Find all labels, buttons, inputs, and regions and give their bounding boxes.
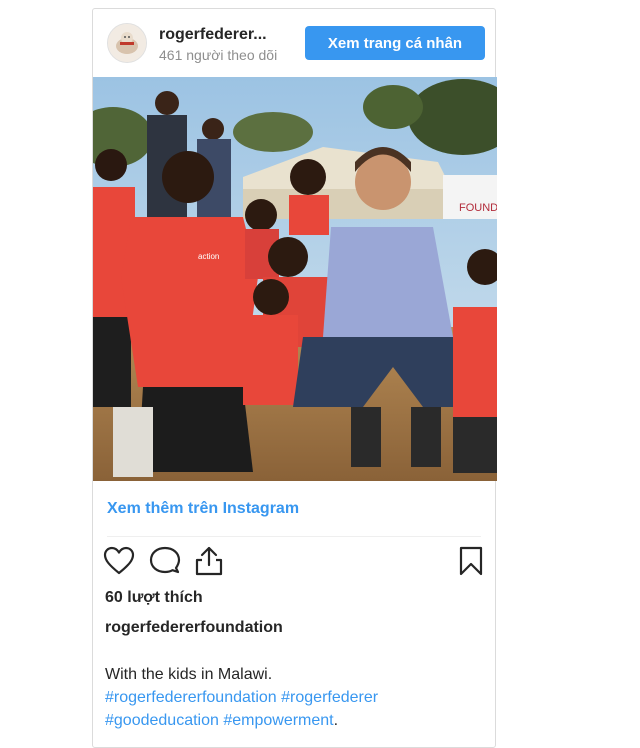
like-button[interactable] [103,545,135,577]
caption-text: With the kids in Malawi. [105,666,273,683]
hashtag-link[interactable]: #rogerfederer [281,689,378,706]
divider [107,536,481,537]
view-profile-button[interactable]: Xem trang cá nhân [305,26,485,60]
like-count: 60 lượt thích [105,589,203,606]
caption-hashtags-line-1: #rogerfedererfoundation #rogerfederer [105,686,485,709]
profile-avatar[interactable] [107,23,147,63]
view-more-on-instagram-link[interactable]: Xem thêm trên Instagram [107,500,299,518]
hashtag-link[interactable]: #empowerment [223,712,333,729]
caption-period: . [333,712,339,729]
comment-icon [149,546,181,581]
share-button[interactable] [193,545,225,577]
save-button[interactable] [455,545,487,577]
heart-icon [103,546,135,581]
profile-username[interactable]: rogerfederer... [159,26,267,44]
caption-hashtags-line-2: #goodeducation #empowerment. [105,709,485,732]
hashtag-link[interactable]: #goodeducation [105,712,219,729]
post-photo[interactable]: FOUND action [93,77,497,481]
post-photo-image: FOUND action [93,77,497,481]
bookmark-icon [455,546,487,581]
poster-username[interactable]: rogerfedererfoundation [105,619,283,637]
instagram-embed: rogerfederer... 461 người theo dõi Xem t… [92,8,497,748]
banner-text: FOUND [459,202,497,214]
comment-button[interactable] [149,545,181,577]
hashtag-link[interactable]: #rogerfedererfoundation [105,689,277,706]
avatar-image [108,24,146,62]
post-header: rogerfederer... 461 người theo dõi Xem t… [93,9,495,77]
share-icon [193,546,225,581]
shirt-text: action [198,252,219,261]
follower-count: 461 người theo dõi [159,47,278,63]
post-caption: With the kids in Malawi. #rogerfedererfo… [105,663,485,732]
